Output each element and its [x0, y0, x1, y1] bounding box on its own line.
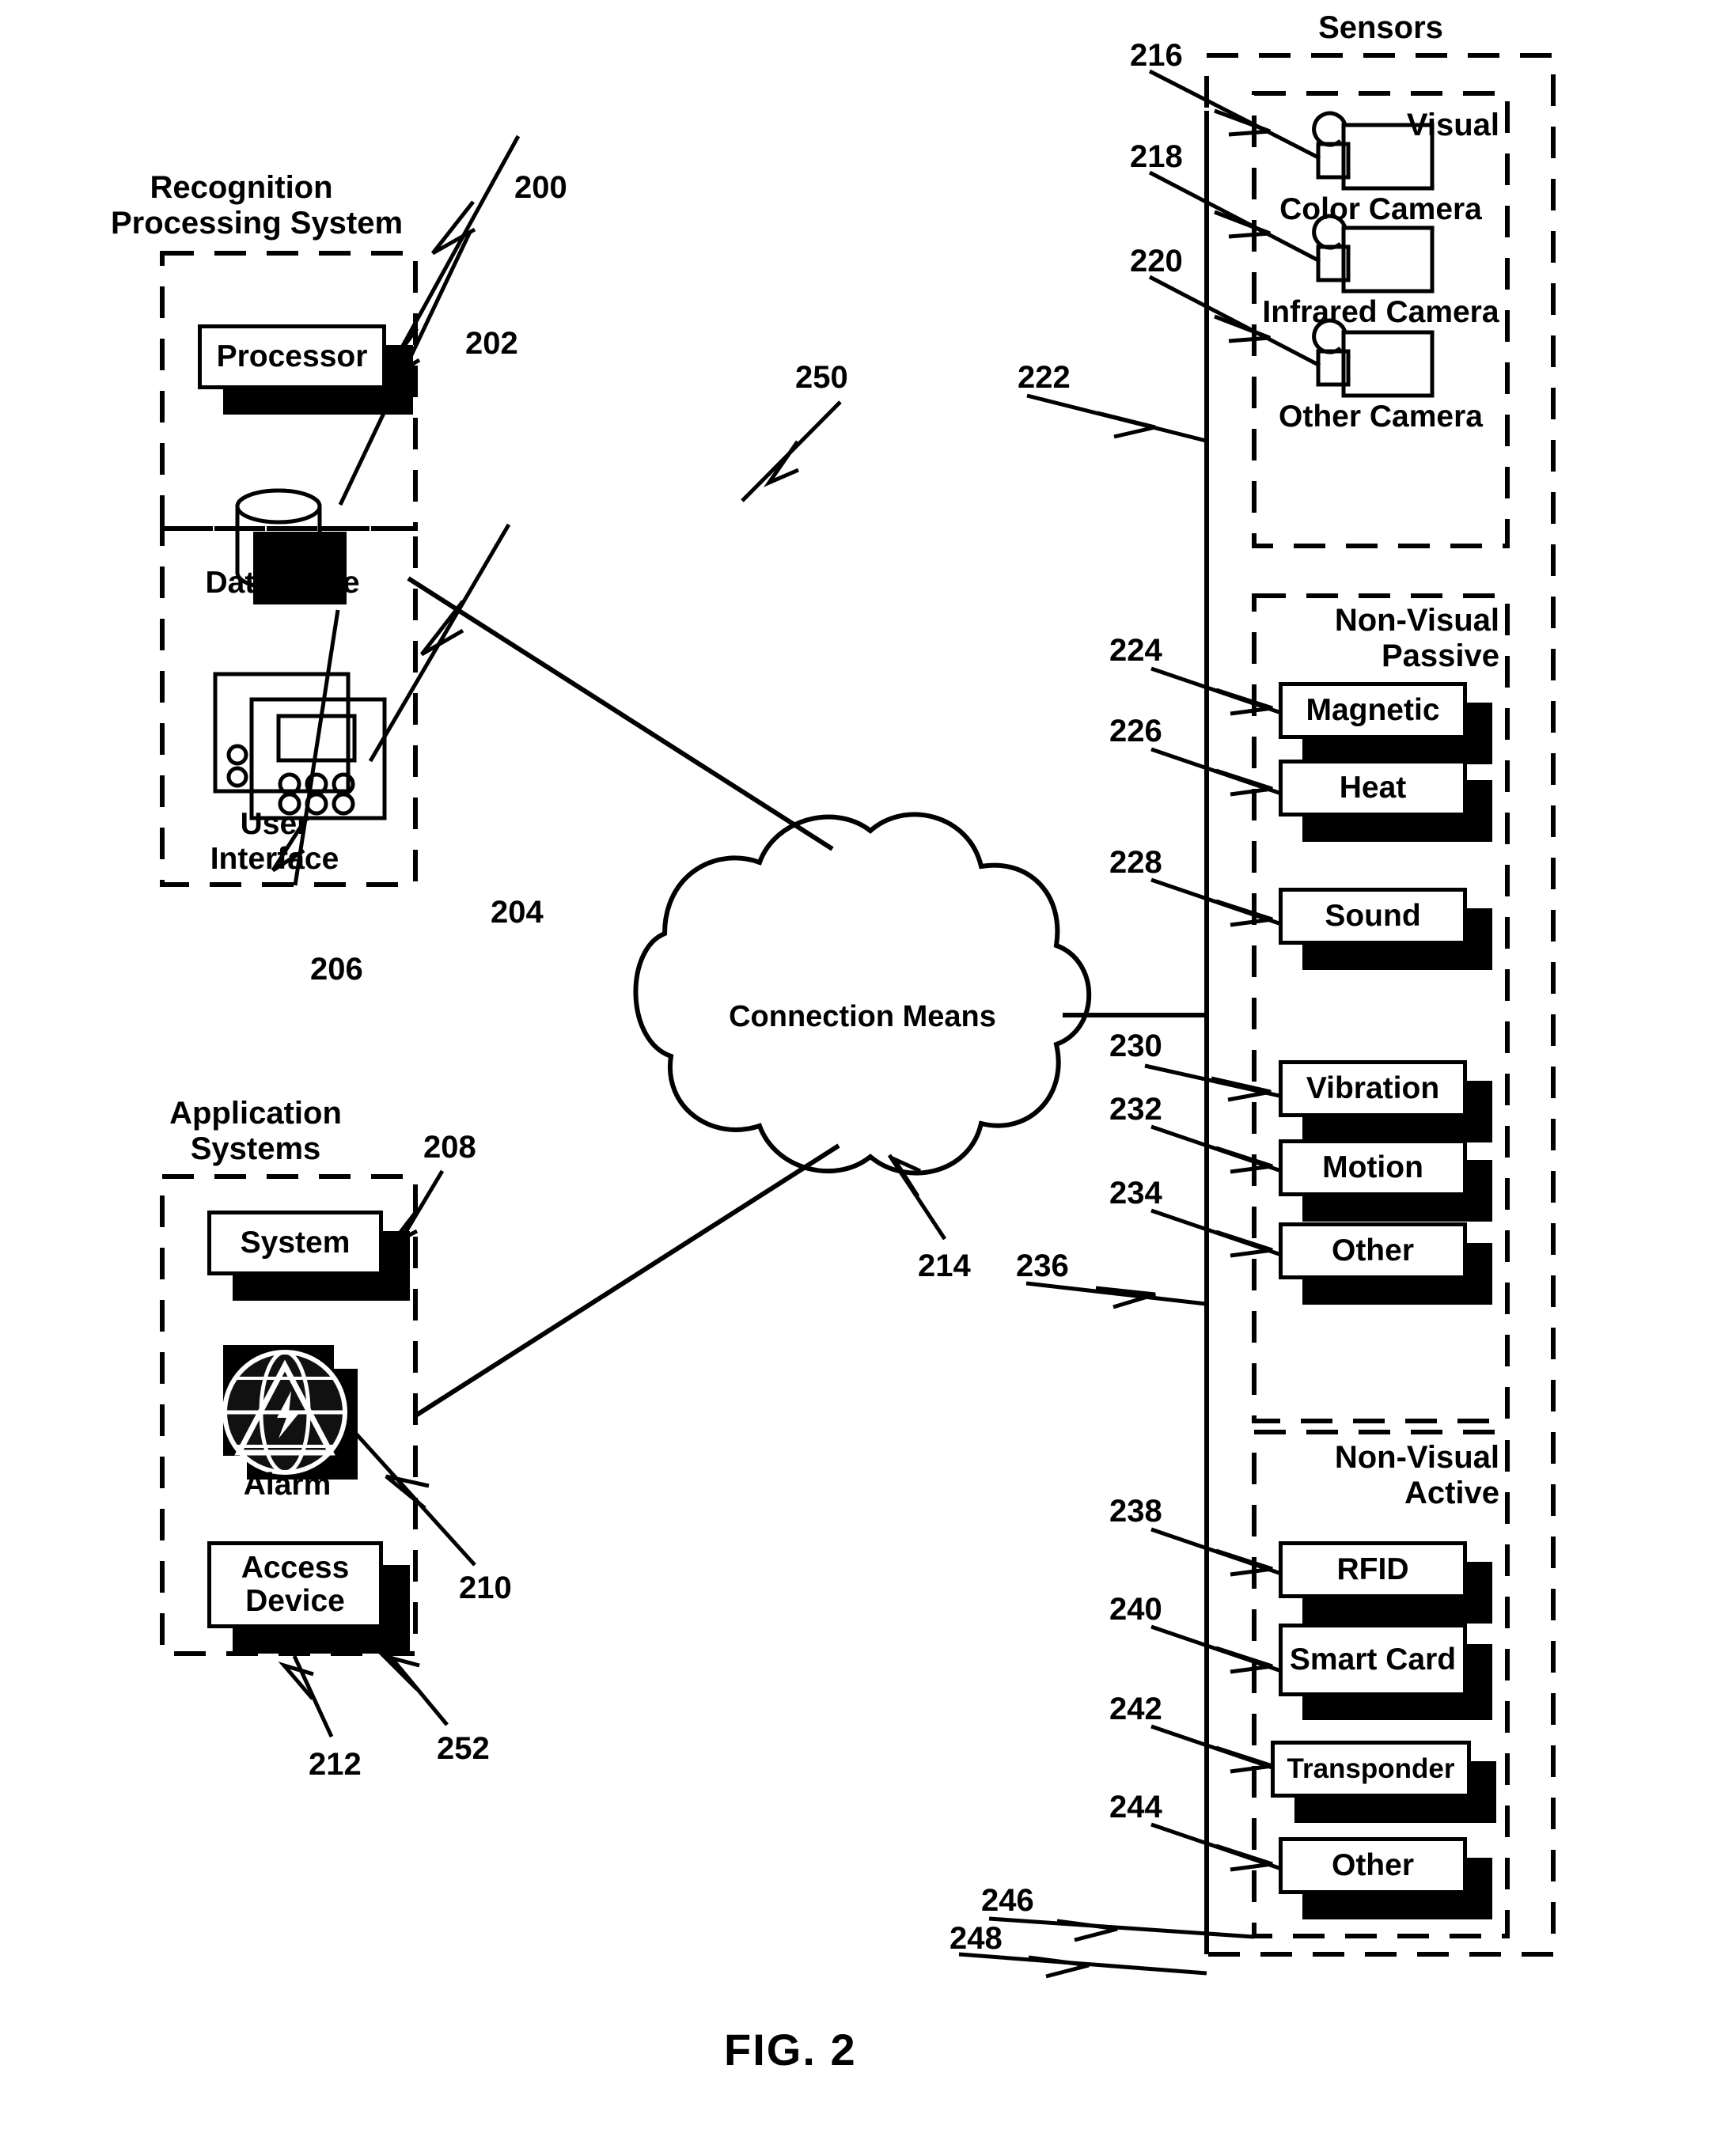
other-active-label: Other [1331, 1847, 1414, 1882]
other-passive-label: Other [1331, 1233, 1414, 1267]
processor-label: Processor [216, 339, 368, 373]
ref-232: 232 [1109, 1092, 1162, 1127]
data-store-label: Data Store [205, 566, 360, 600]
leader-hook-210 [385, 1474, 430, 1510]
figure-caption: FIG. 2 [724, 2025, 857, 2075]
ref-216: 216 [1130, 38, 1183, 73]
ref-246: 246 [981, 1883, 1034, 1918]
connector-recognition-to-cloud [407, 576, 834, 851]
leader-hook-204 [420, 600, 464, 657]
access-device-node: Access Device [207, 1541, 410, 1668]
heat-node: Heat [1279, 760, 1500, 851]
system-node: System [207, 1211, 410, 1302]
ref-248: 248 [949, 1921, 1003, 1956]
camera-icon-other [1312, 318, 1435, 398]
sensors-group-title: Sensors [1318, 10, 1443, 45]
ref-222: 222 [1018, 360, 1071, 395]
application-group-title: Application Systems [169, 1096, 342, 1166]
leader-hook-222 [1097, 411, 1156, 439]
connection-means-cloud [633, 812, 1092, 1176]
ref-206: 206 [310, 952, 363, 987]
leader-236 [1025, 1281, 1207, 1306]
ref-242: 242 [1109, 1692, 1162, 1726]
leader-hook-246 [1056, 1919, 1118, 1942]
other-active-node-face: Other [1279, 1837, 1467, 1894]
ref-204: 204 [491, 895, 544, 930]
ref-236: 236 [1016, 1249, 1069, 1283]
leader-hook-212 [278, 1662, 314, 1700]
heat-node-face: Heat [1279, 760, 1467, 817]
ref-210: 210 [459, 1571, 512, 1605]
ref-228: 228 [1109, 845, 1162, 880]
ref-214: 214 [918, 1249, 971, 1283]
alarm-icon [222, 1345, 358, 1480]
vibration-node-face: Vibration [1279, 1060, 1467, 1117]
ref-244: 244 [1109, 1790, 1162, 1824]
magnetic-node-face: Magnetic [1279, 682, 1467, 739]
leader-hook-250 [763, 440, 800, 487]
leader-hook-248 [1028, 1955, 1090, 1979]
nonvisual-active-subgroup-title: Non-Visual Active [1334, 1440, 1499, 1510]
connection-means-label: Connection Means [729, 1000, 996, 1033]
smart-card-node: Smart Card [1279, 1624, 1500, 1734]
ref-212: 212 [309, 1747, 362, 1782]
smart-card-label: Smart Card [1289, 1642, 1457, 1677]
transponder-label: Transponder [1287, 1753, 1455, 1785]
infrared-camera-label: Infrared Camera [1262, 295, 1499, 329]
vibration-label: Vibration [1306, 1070, 1440, 1105]
other-passive-node: Other [1279, 1222, 1500, 1313]
processor-node: Processor [198, 324, 413, 415]
alarm-label: Alarm [243, 1468, 332, 1502]
leader-hook-236 [1095, 1286, 1156, 1309]
ref-238: 238 [1109, 1494, 1162, 1529]
ref-218: 218 [1130, 139, 1183, 174]
nonvisual-passive-subgroup-title: Non-Visual Passive [1334, 603, 1499, 673]
sound-label: Sound [1325, 898, 1421, 933]
recognition-group-title: Recognition Processing System [111, 170, 404, 241]
ref-226: 226 [1109, 714, 1162, 748]
ref-220: 220 [1130, 244, 1183, 278]
color-camera-label: Color Camera [1279, 192, 1482, 226]
other-active-node: Other [1279, 1837, 1500, 1928]
ref-240: 240 [1109, 1592, 1162, 1627]
ref-224: 224 [1109, 633, 1162, 668]
user-interface-label: User Interface [210, 807, 339, 876]
motion-node: Motion [1279, 1139, 1500, 1230]
transponder-node: Transponder [1271, 1741, 1508, 1832]
access-device-label: Access Device [241, 1550, 350, 1618]
ref-230: 230 [1109, 1029, 1162, 1063]
motion-label: Motion [1322, 1150, 1423, 1184]
ref-234: 234 [1109, 1176, 1162, 1211]
sound-node-face: Sound [1279, 888, 1467, 945]
transponder-node-face: Transponder [1271, 1741, 1471, 1798]
leader-246 [988, 1916, 1255, 1939]
access-device-node-face: Access Device [207, 1541, 383, 1628]
other-passive-node-face: Other [1279, 1222, 1467, 1279]
visual-subgroup-title: Visual [1406, 108, 1499, 142]
vibration-node: Vibration [1279, 1060, 1500, 1151]
ref-208: 208 [423, 1130, 476, 1165]
sound-node: Sound [1279, 888, 1500, 979]
processor-node-face: Processor [198, 324, 386, 389]
camera-icon-infrared [1312, 214, 1435, 294]
rfid-label: RFID [1336, 1552, 1409, 1586]
system-label: System [240, 1225, 351, 1260]
patent-figure-2: .dash{fill:none;stroke:#000;stroke-width… [0, 0, 1736, 2156]
smart-card-node-face: Smart Card [1279, 1624, 1467, 1696]
motion-node-face: Motion [1279, 1139, 1467, 1196]
other-camera-label: Other Camera [1279, 400, 1483, 434]
user-interface-icon [213, 672, 387, 820]
magnetic-label: Magnetic [1306, 692, 1440, 727]
ref-200: 200 [514, 170, 567, 205]
system-node-face: System [207, 1211, 383, 1275]
connector-application-to-cloud [413, 1143, 840, 1419]
rfid-node-face: RFID [1279, 1541, 1467, 1598]
ref-202: 202 [465, 326, 518, 361]
ref-252: 252 [437, 1731, 490, 1766]
heat-label: Heat [1339, 770, 1407, 805]
ref-250: 250 [795, 360, 848, 395]
rfid-node: RFID [1279, 1541, 1500, 1632]
